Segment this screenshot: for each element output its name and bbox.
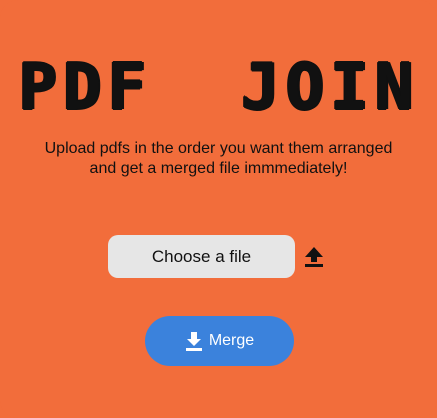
choose-file-button[interactable]: Choose a file	[108, 235, 295, 278]
page-subtitle: Upload pdfs in the order you want them a…	[44, 140, 393, 177]
upload-icon[interactable]	[304, 246, 324, 268]
merge-label: Merge	[208, 332, 255, 349]
choose-file-label: Choose a file	[151, 246, 252, 266]
page-title: PDF JOIN	[18, 51, 419, 125]
merge-button[interactable]: Merge	[145, 316, 294, 366]
app-card: PDF JOIN Upload pdfs in the order you wa…	[0, 0, 437, 418]
download-icon	[185, 332, 202, 351]
file-input-row: Choose a file	[108, 235, 338, 278]
